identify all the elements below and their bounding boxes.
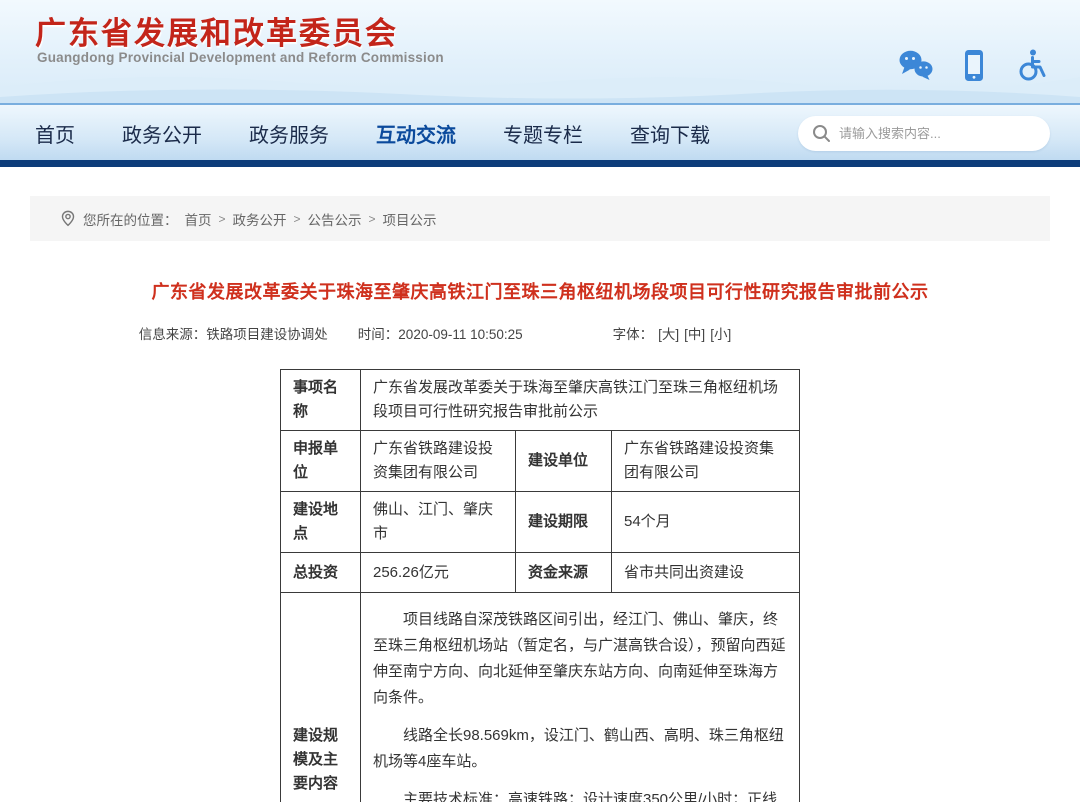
breadcrumb-prefix: 您所在的位置：	[83, 209, 178, 229]
row-label: 建设地点	[280, 492, 360, 553]
row-label: 总投资	[280, 553, 360, 593]
row-value: 项目线路自深茂铁路区间引出，经江门、佛山、肇庆，终至珠三角枢纽机场站（暂定名，与…	[360, 593, 799, 802]
project-info-table: 事项名称 广东省发展改革委关于珠海至肇庆高铁江门至珠三角枢纽机场段项目可行性研究…	[280, 369, 800, 802]
font-size-small-button[interactable]: [小]	[710, 323, 731, 343]
nav-item-gov-services[interactable]: 政务服务	[249, 119, 329, 148]
location-pin-icon	[60, 209, 76, 228]
main-nav: 首页 政务公开 政务服务 互动交流 专题专栏 查询下载	[0, 103, 1080, 167]
accessibility-icon[interactable]	[1014, 48, 1048, 82]
row-label: 建设期限	[515, 492, 611, 553]
row-value: 256.26亿元	[360, 553, 515, 593]
row-value: 54个月	[611, 492, 799, 553]
row-label: 资金来源	[515, 553, 611, 593]
row-label: 申报单位	[280, 431, 360, 492]
table-row: 建设规模及主要内容 项目线路自深茂铁路区间引出，经江门、佛山、肇庆，终至珠三角枢…	[280, 593, 799, 802]
page-title: 广东省发展改革委关于珠海至肇庆高铁江门至珠三角枢纽机场段项目可行性研究报告审批前…	[0, 278, 1080, 304]
nav-item-home[interactable]: 首页	[35, 119, 75, 148]
row-value: 广东省铁路建设投资集团有限公司	[360, 431, 515, 492]
mobile-icon[interactable]	[964, 49, 984, 82]
table-row: 申报单位 广东省铁路建设投资集团有限公司 建设单位 广东省铁路建设投资集团有限公…	[280, 431, 799, 492]
table-row: 总投资 256.26亿元 资金来源 省市共同出资建设	[280, 553, 799, 593]
row-value: 广东省发展改革委关于珠海至肇庆高铁江门至珠三角枢纽机场段项目可行性研究报告审批前…	[360, 370, 799, 431]
nav-item-interaction[interactable]: 互动交流	[376, 119, 456, 148]
row-value: 广东省铁路建设投资集团有限公司	[611, 431, 799, 492]
breadcrumb-separator: >	[369, 212, 376, 226]
article-meta: 信息来源：铁路项目建设协调处 时间：2020-09-11 10:50:25 字体…	[0, 323, 975, 343]
row-value: 佛山、江门、肇庆市	[360, 492, 515, 553]
table-row: 事项名称 广东省发展改革委关于珠海至肇庆高铁江门至珠三角枢纽机场段项目可行性研究…	[280, 370, 799, 431]
wechat-icon[interactable]	[897, 49, 934, 81]
site-header: 广东省发展和改革委员会 Guangdong Provincial Develop…	[0, 0, 1080, 103]
row-label: 建设单位	[515, 431, 611, 492]
breadcrumb-separator: >	[219, 212, 226, 226]
row-label: 事项名称	[280, 370, 360, 431]
nav-item-downloads[interactable]: 查询下载	[630, 119, 710, 148]
content-paragraph: 项目线路自深茂铁路区间引出，经江门、佛山、肇庆，终至珠三角枢纽机场站（暂定名，与…	[373, 607, 787, 711]
row-value: 省市共同出资建设	[611, 553, 799, 593]
breadcrumb-home[interactable]: 首页	[185, 209, 212, 229]
font-size-label: 字体：	[613, 323, 654, 343]
content-paragraph: 主要技术标准：高速铁路；设计速度350公里/小时；正线数目为双线；正线线间距为5…	[373, 787, 787, 802]
nav-item-special-topics[interactable]: 专题专栏	[503, 119, 583, 148]
breadcrumb-project-publicity[interactable]: 项目公示	[383, 209, 437, 229]
breadcrumb-gov-disclosure[interactable]: 政务公开	[233, 209, 287, 229]
content-paragraph: 线路全长98.569km，设江门、鹤山西、高明、珠三角枢纽机场等4座车站。	[373, 723, 787, 775]
search-icon	[812, 124, 831, 143]
nav-item-gov-disclosure[interactable]: 政务公开	[122, 119, 202, 148]
font-size-medium-button[interactable]: [中]	[684, 323, 705, 343]
search-box[interactable]	[798, 116, 1050, 151]
meta-source: 信息来源：铁路项目建设协调处	[139, 323, 328, 343]
site-subtitle-english: Guangdong Provincial Development and Ref…	[37, 50, 444, 65]
site-title: 广东省发展和改革委员会	[35, 8, 398, 53]
search-input[interactable]	[839, 126, 1036, 141]
table-row: 建设地点 佛山、江门、肇庆市 建设期限 54个月	[280, 492, 799, 553]
breadcrumb-separator: >	[294, 212, 301, 226]
breadcrumb-announcements[interactable]: 公告公示	[308, 209, 362, 229]
meta-time: 时间：2020-09-11 10:50:25	[358, 323, 523, 343]
font-size-large-button[interactable]: [大]	[658, 323, 679, 343]
row-label: 建设规模及主要内容	[280, 593, 360, 802]
font-size-switcher: 字体： [大] [中] [小]	[613, 323, 732, 343]
header-icon-group	[897, 48, 1048, 82]
breadcrumb: 您所在的位置： 首页 > 政务公开 > 公告公示 > 项目公示	[30, 196, 1050, 241]
